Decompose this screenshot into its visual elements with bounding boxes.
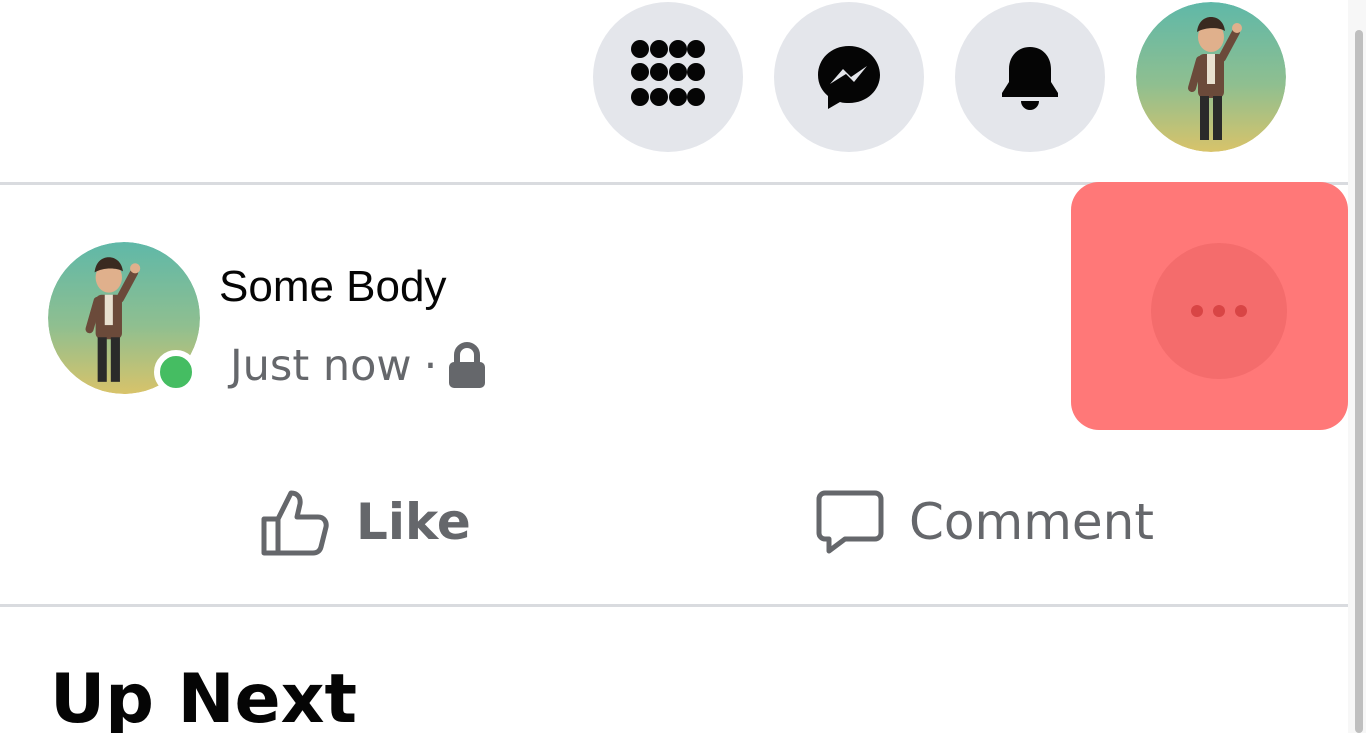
meta-separator: · bbox=[423, 341, 438, 391]
up-next-heading: Up Next bbox=[50, 660, 357, 733]
scrollbar-thumb[interactable] bbox=[1355, 30, 1363, 733]
user-avatar bbox=[1136, 2, 1286, 152]
like-button[interactable]: Like bbox=[258, 482, 471, 562]
messenger-icon bbox=[818, 46, 880, 109]
lock-icon[interactable] bbox=[447, 342, 487, 390]
post-timestamp[interactable]: Just now bbox=[230, 341, 412, 391]
thumbs-up-icon bbox=[261, 490, 329, 556]
comment-button[interactable]: Comment bbox=[815, 482, 1154, 562]
like-label: Like bbox=[356, 493, 471, 551]
actions-divider bbox=[0, 604, 1348, 607]
bell-icon bbox=[1002, 47, 1058, 110]
more-options-icon bbox=[1191, 305, 1247, 317]
top-navigation-bar bbox=[0, 0, 1348, 184]
post-meta: Just now · bbox=[230, 340, 487, 392]
grid-menu-icon bbox=[631, 40, 705, 106]
menu-button[interactable] bbox=[593, 2, 743, 152]
notifications-button[interactable] bbox=[955, 2, 1105, 152]
messenger-button[interactable] bbox=[774, 2, 924, 152]
comment-icon bbox=[816, 490, 884, 554]
profile-avatar-button[interactable] bbox=[1136, 2, 1286, 152]
more-options-button[interactable] bbox=[1151, 243, 1287, 379]
online-status-indicator bbox=[154, 350, 198, 394]
comment-label: Comment bbox=[909, 493, 1154, 551]
post-author-name[interactable]: Some Body bbox=[219, 262, 446, 312]
